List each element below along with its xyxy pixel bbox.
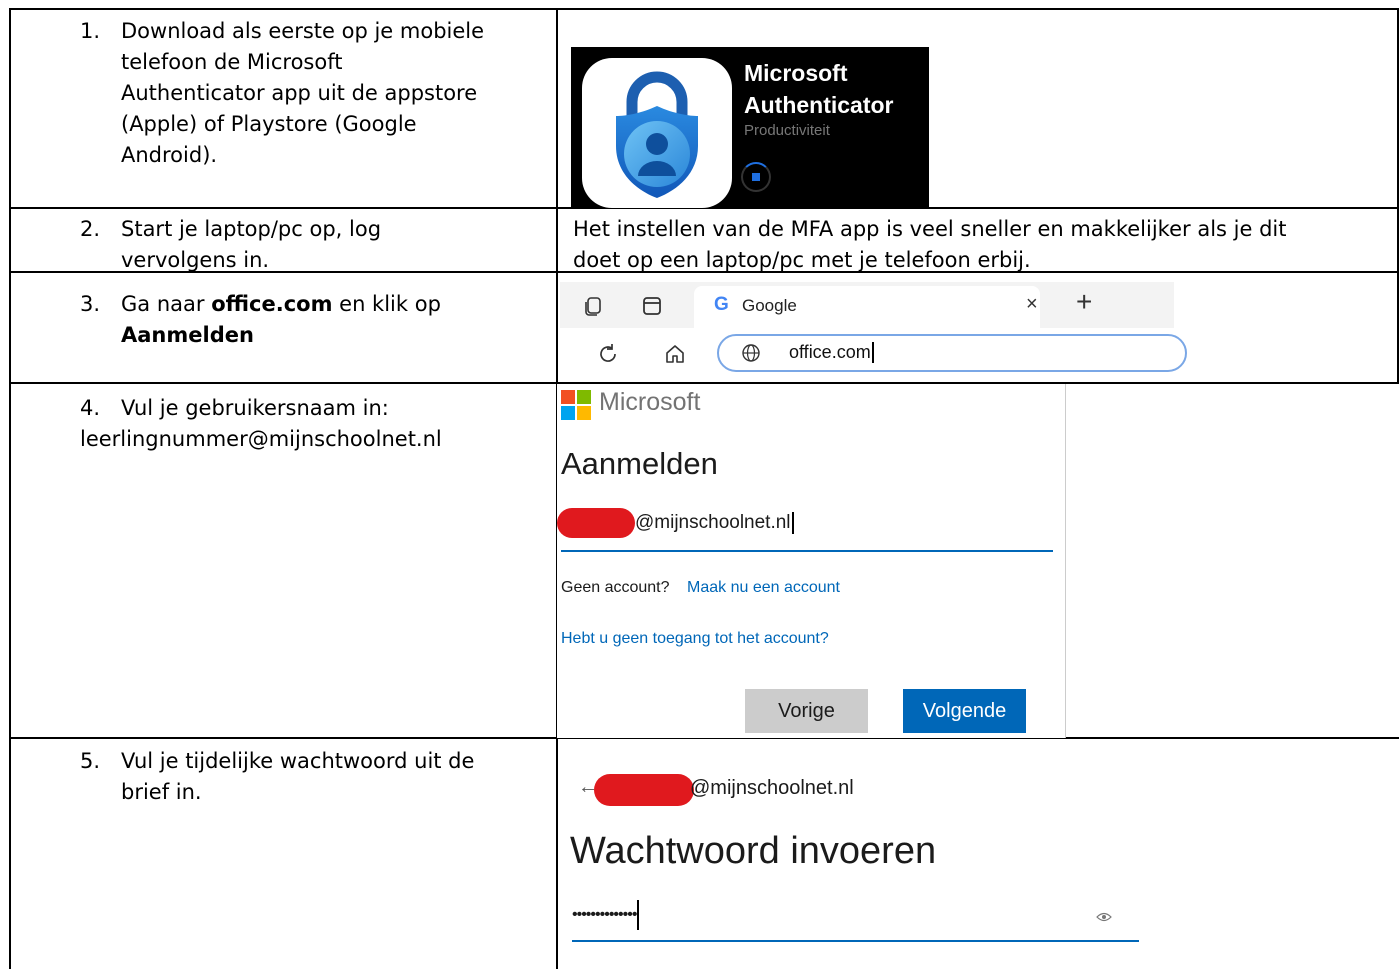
account-identity: @mijnschoolnet.nl (690, 777, 854, 799)
step-number: 3. (80, 292, 101, 316)
app-name-line: Microsoft (744, 60, 848, 86)
signin-heading: Aanmelden (561, 446, 718, 481)
step-text-line: vervolgens in. (121, 248, 270, 272)
close-icon[interactable]: × (1026, 293, 1038, 316)
no-account-text: Geen account? (561, 579, 670, 596)
text: en klik op (332, 292, 441, 316)
refresh-icon[interactable] (596, 342, 620, 366)
authenticator-app-icon (582, 58, 732, 208)
url-text: office.com (789, 342, 874, 363)
note-text-line: doet op een laptop/pc met je telefoon er… (573, 248, 1031, 272)
password-heading: Wachtwoord invoeren (570, 830, 937, 872)
brand-name: Microsoft (599, 388, 701, 416)
home-icon[interactable] (664, 343, 686, 365)
microsoft-logo (561, 390, 591, 420)
app-category: Productiviteit (744, 122, 830, 139)
address-bar-row: office.com (560, 328, 1187, 382)
app-name-line: Authenticator (744, 92, 894, 118)
authenticator-app-card: Microsoft Authenticator Productiviteit (571, 47, 929, 208)
step-number: 2. (80, 217, 101, 241)
step-text-line: Start je laptop/pc op, log (121, 217, 382, 241)
password-input[interactable]: •••••••••••••• (572, 894, 1139, 942)
password-value: •••••••••••••• (572, 900, 640, 930)
redaction-mark (594, 774, 694, 806)
step-text-line: Vul je gebruikersnaam in: (121, 396, 389, 420)
tab-title: Google (742, 296, 797, 315)
step-text-line: Download als eerste op je mobiele (121, 19, 485, 43)
signin-screenshot: Microsoft Aanmelden @mijnschoolnet.nl Ge… (557, 384, 1066, 738)
address-bar[interactable]: office.com (717, 334, 1187, 372)
text: Ga naar (121, 292, 212, 316)
browser-screenshot: G Google × + office.com (560, 282, 1187, 382)
new-tab-icon[interactable]: + (1076, 286, 1092, 318)
reveal-password-eye-icon[interactable] (1096, 911, 1112, 923)
step-text-line: Ga naar office.com en klik op (121, 289, 441, 320)
create-account-link[interactable]: Maak nu een account (687, 579, 840, 597)
table-border-left (9, 8, 11, 969)
back-button[interactable]: Vorige (745, 689, 868, 733)
office-url-emphasis: office.com (211, 292, 333, 316)
google-favicon-icon: G (714, 294, 729, 315)
step-text-line: leerlingnummer@mijnschoolnet.nl (80, 427, 442, 451)
browser-tab[interactable]: G Google × (694, 286, 1040, 328)
sign-in-emphasis: Aanmelden (121, 323, 254, 347)
password-screenshot: ← @mijnschoolnet.nl Wachtwoord invoeren … (560, 740, 1153, 969)
step-text-line: Authenticator app uit de appstore (121, 81, 478, 105)
lock-person-icon (616, 71, 698, 198)
step-text-line: telefoon de Microsoft (121, 50, 343, 74)
step-number: 5. (80, 749, 101, 773)
username-input[interactable]: @mijnschoolnet.nl (557, 498, 1053, 552)
step-text-line: Android). (121, 143, 218, 167)
download-progress-icon[interactable] (741, 162, 771, 192)
step-text-line: Aanmelden (121, 320, 254, 351)
username-value: @mijnschoolnet.nl (635, 512, 794, 534)
tab-actions-icon[interactable] (582, 295, 604, 317)
step-text-line: (Apple) of Playstore (Google (121, 112, 417, 136)
next-button[interactable]: Volgende (903, 689, 1026, 733)
no-access-link[interactable]: Hebt u geen toegang tot het account? (561, 630, 829, 648)
vertical-tabs-icon[interactable] (642, 296, 662, 316)
app-name: Microsoft Authenticator (744, 57, 894, 121)
redaction-mark (557, 508, 635, 538)
note-text-line: Het instellen van de MFA app is veel sne… (573, 217, 1287, 241)
table-border-top (9, 8, 1399, 10)
step-text-line: brief in. (121, 780, 202, 804)
step-text-line: Vul je tijdelijke wachtwoord uit de (121, 749, 475, 773)
step-number: 4. (80, 396, 101, 420)
globe-icon (742, 344, 760, 362)
step-number: 1. (80, 19, 101, 43)
